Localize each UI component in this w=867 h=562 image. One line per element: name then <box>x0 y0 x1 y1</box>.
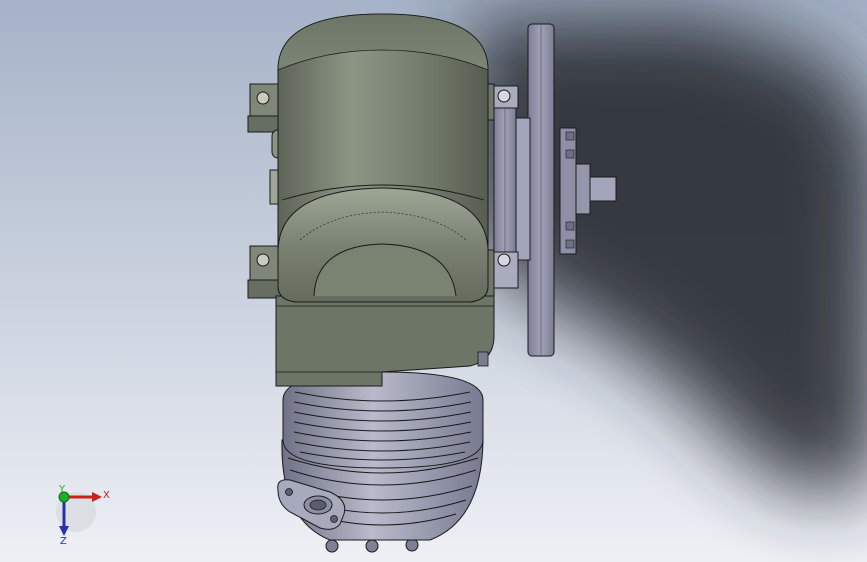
motor-body[interactable] <box>277 13 495 303</box>
gearbox-housing[interactable] <box>277 371 484 553</box>
triad-y-label: Y <box>58 484 66 495</box>
triad-x-label: X <box>103 490 110 501</box>
model-scene[interactable]: X Y Z <box>0 0 867 562</box>
triad-z-label: Z <box>60 536 67 547</box>
graphics-viewport[interactable]: X Y Z <box>0 0 867 562</box>
